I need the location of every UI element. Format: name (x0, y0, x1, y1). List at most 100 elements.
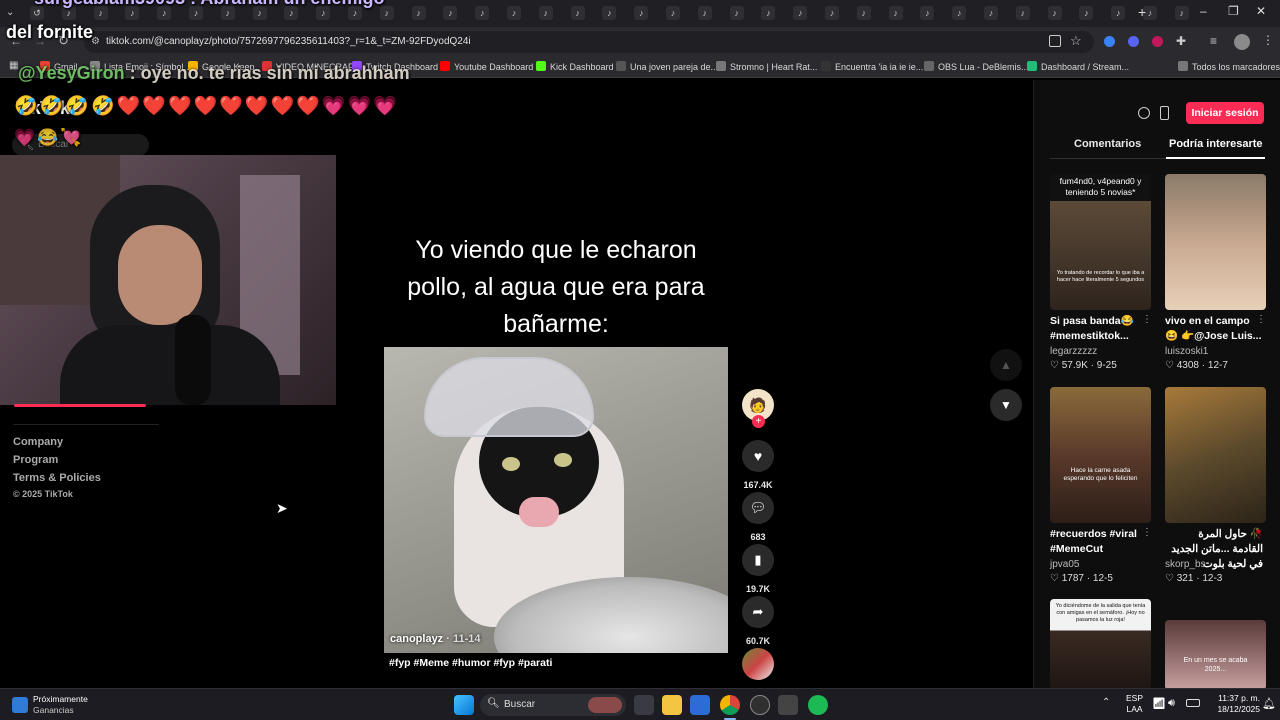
browser-tab[interactable]: ♪ (602, 6, 617, 20)
media-controls-icon[interactable]: ≡ (1210, 34, 1217, 48)
browser-tab[interactable]: ♪ (825, 6, 839, 20)
suggestion-thumb[interactable] (1165, 174, 1266, 310)
suggestion-user[interactable]: jpva05 (1050, 559, 1079, 570)
comment-action[interactable]: 💬︎ 683 (741, 492, 775, 542)
new-tab-button[interactable]: + (1138, 4, 1146, 20)
minimize-icon[interactable]: – (1200, 4, 1207, 18)
browser-tab[interactable]: ♪ (61, 6, 76, 20)
bookmark-item[interactable]: VIDEO MINECRAFT (262, 60, 359, 74)
browser-tab[interactable]: ♪ (1174, 6, 1189, 20)
obs-icon[interactable] (750, 695, 770, 715)
browser-tab[interactable]: ♪ (93, 6, 108, 20)
browser-tab[interactable]: ♪ (125, 6, 140, 20)
browser-tab[interactable]: ♪ (761, 6, 776, 20)
browser-tab[interactable]: ♪ (634, 6, 649, 20)
bookmark-star-icon[interactable]: ☆ (1070, 33, 1082, 49)
browser-tab[interactable]: ♪ (411, 6, 426, 20)
browser-tab[interactable]: ♪ (1015, 6, 1030, 20)
tab-list-icon[interactable]: ⌄ (6, 6, 20, 20)
store-icon[interactable] (690, 695, 710, 715)
reload-icon[interactable]: ↻ (58, 33, 69, 49)
extension-icon-3[interactable] (1152, 36, 1163, 47)
post-hashtags[interactable]: #fyp #Meme #humor #fyp #parati (389, 657, 552, 669)
suggestion-user[interactable]: legarzzzzz (1050, 346, 1097, 357)
apps-grid-icon[interactable]: ▦ (9, 60, 18, 71)
browser-tab[interactable]: ♪ (189, 6, 203, 20)
clock[interactable]: 11:37 p. m. 18/12/2025 (1204, 693, 1260, 715)
bookmark-item[interactable]: Gmail (40, 60, 78, 74)
battery-icon[interactable] (1186, 699, 1200, 707)
task-view-icon[interactable] (634, 695, 654, 715)
next-post-button[interactable]: ▼ (990, 389, 1022, 421)
browser-tab[interactable]: ♪ (729, 6, 744, 20)
suggestion-thumb[interactable] (1165, 387, 1266, 523)
windows-start-icon[interactable] (454, 695, 474, 715)
suggestion-title[interactable]: #recuerdos #viral #MemeCut (1050, 527, 1148, 557)
forward-icon[interactable]: → (34, 34, 46, 48)
browser-tab[interactable]: ♪ (316, 6, 331, 20)
suggestion-user[interactable]: luiszoski1 (1165, 346, 1208, 357)
save-action[interactable]: ▮ 19.7K (741, 544, 775, 594)
more-options-icon[interactable]: ⋮ (1142, 314, 1152, 325)
browser-tab[interactable]: ♪ (157, 6, 172, 20)
more-options-icon[interactable]: ⋮ (1142, 527, 1152, 538)
extensions-puzzle-icon[interactable]: ✚ (1176, 34, 1186, 48)
browser-tab[interactable]: ♪ (697, 6, 712, 20)
browser-tab[interactable]: ♪ (1111, 6, 1126, 20)
author-avatar-action[interactable]: 🧑 + (741, 389, 775, 428)
suggestion-title[interactable]: Si pasa banda😂 #memestiktok... (1050, 314, 1148, 344)
tiktok-logo[interactable]: TikTok (16, 98, 70, 119)
bookmark-item[interactable]: OBS Lua - DeBlemis... (924, 60, 1029, 74)
suggestion-thumb[interactable]: fum4nd0, v4peand0 y teniendo 5 novias* Y… (1050, 174, 1151, 310)
site-info-icon[interactable]: ⚙ (91, 31, 100, 53)
bookmark-item[interactable]: Google Keep (188, 60, 255, 74)
bookmark-item[interactable]: Lista Emoji : Símbol... (90, 60, 191, 74)
install-app-icon[interactable] (1049, 35, 1061, 47)
bookmark-item[interactable]: Twitch Dashboard (352, 60, 438, 74)
company-link[interactable]: Company (13, 436, 63, 448)
suggestion-thumb[interactable]: Yo diciéndome de la salida que tenía con… (1050, 599, 1151, 689)
close-window-icon[interactable]: ✕ (1256, 4, 1266, 18)
search-bar[interactable]: 🔍︎ Buscar (12, 134, 149, 156)
browser-tab[interactable]: ♪ (538, 6, 553, 20)
browser-tab[interactable]: ↺ (30, 6, 44, 20)
browser-tab[interactable]: ♪ (1079, 6, 1094, 20)
browser-tab[interactable]: ♪ (793, 6, 808, 20)
bookmark-item[interactable]: Stromno | Heart Rat... (716, 60, 817, 74)
browser-tab[interactable]: ♪ (379, 6, 394, 20)
all-bookmarks-link[interactable]: Todos los marcadores (1178, 60, 1280, 74)
extension-icon-2[interactable] (1128, 36, 1139, 47)
bookmark-item[interactable]: Kick Dashboard (536, 60, 614, 74)
browser-tab[interactable]: ♪ (348, 6, 362, 20)
share-action[interactable]: ➦ 60.7K (741, 596, 775, 646)
suggestion-title[interactable]: vivo en el campo 😆 👉@Jose Luis... (1165, 314, 1263, 344)
program-link[interactable]: Program (13, 454, 58, 466)
sound-disc-action[interactable] (741, 648, 775, 680)
browser-tab[interactable]: ♪ (507, 6, 521, 20)
browser-tab[interactable]: ♪ (952, 6, 967, 20)
browser-tab[interactable]: ♪ (475, 6, 490, 20)
profile-avatar[interactable] (1234, 34, 1250, 50)
login-button[interactable]: Iniciar sesión (1186, 102, 1264, 124)
coin-icon[interactable] (1138, 107, 1150, 119)
bookmark-item[interactable]: Una joven pareja de... (616, 60, 718, 74)
language-indicator[interactable]: ESP LAA (1126, 693, 1143, 715)
wifi-icon[interactable]: 📶︎ (1152, 697, 1166, 710)
browser-tab[interactable]: ♪ (666, 6, 680, 20)
file-explorer-icon[interactable] (662, 695, 682, 715)
browser-tab[interactable]: ♪ (443, 6, 458, 20)
browser-tab[interactable]: ♪ (984, 6, 998, 20)
url-field[interactable]: ⚙ tiktok.com/@canoplayz/photo/7572697796… (84, 31, 1094, 53)
browser-tab[interactable]: ♪ (252, 6, 267, 20)
tray-chevron-icon[interactable]: ⌃ (1102, 697, 1110, 708)
tab-comments[interactable]: Comentarios (1074, 138, 1141, 150)
device-icon[interactable] (1160, 106, 1169, 120)
bookmark-item[interactable]: Youtube Dashboard (440, 60, 533, 74)
post-media[interactable]: canoplayz · 11-14 (384, 347, 728, 653)
like-action[interactable]: ♥ 167.4K (741, 440, 775, 490)
browser-tab[interactable]: ♪ (856, 6, 871, 20)
more-options-icon[interactable]: ⋮ (1256, 314, 1266, 325)
browser-menu-icon[interactable]: ⋮ (1262, 33, 1274, 47)
spotify-icon[interactable] (808, 695, 828, 715)
bookmark-item[interactable]: Encuentra 'ia ia ie ie... (821, 60, 923, 74)
